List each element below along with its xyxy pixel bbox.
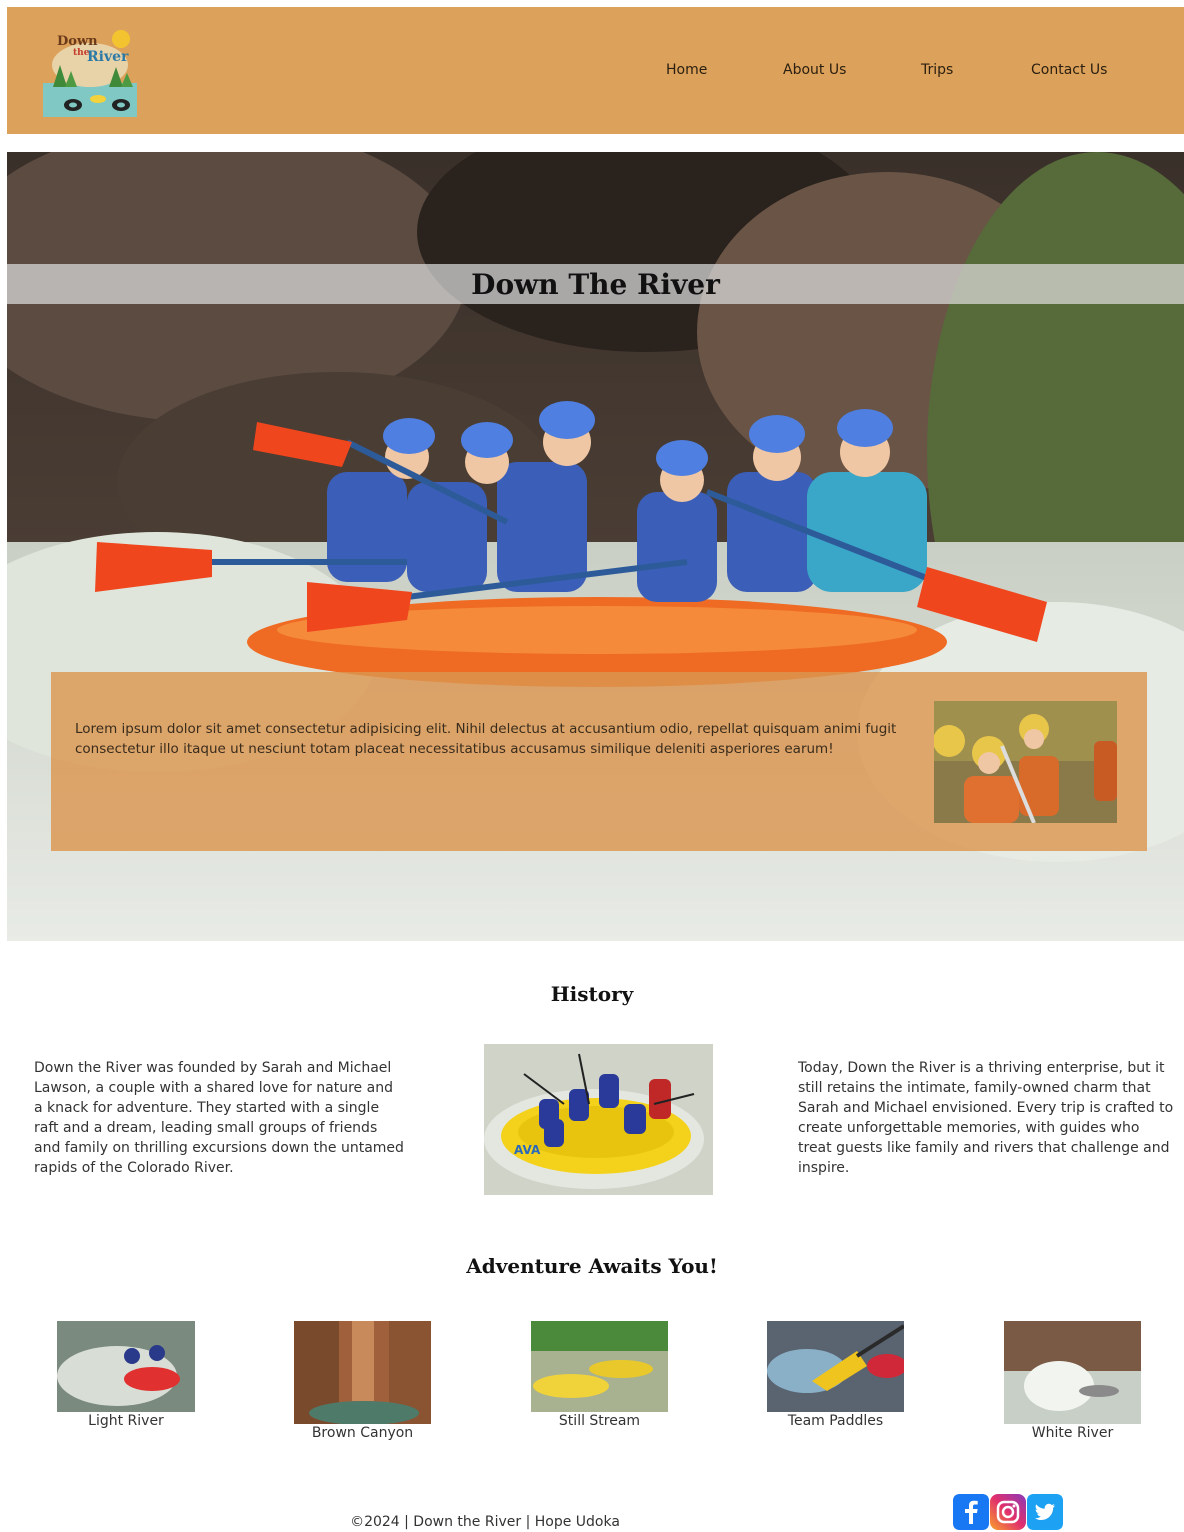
adventures-title: Adventure Awaits You! bbox=[466, 1254, 718, 1278]
site-header: Down the River Home About Us Trips Conta… bbox=[7, 7, 1184, 134]
history-left-text: Down the River was founded by Sarah and … bbox=[34, 1060, 404, 1176]
hero-info-image bbox=[934, 701, 1117, 823]
adventure-card-brown-canyon[interactable]: Brown Canyon bbox=[294, 1321, 431, 1445]
team-paddles-image bbox=[767, 1321, 907, 1412]
nav-home[interactable]: Home bbox=[666, 62, 707, 78]
footer-copyright: ©2024 | Down the River | Hope Udoka bbox=[350, 1514, 620, 1530]
brown-canyon-image bbox=[294, 1321, 431, 1425]
white-river-image bbox=[1004, 1321, 1141, 1424]
nav-trips[interactable]: Trips bbox=[921, 62, 953, 78]
adventure-label-brown-canyon: Brown Canyon bbox=[311, 1425, 414, 1441]
adventure-label-light-river: Light River bbox=[88, 1413, 164, 1429]
nav-contact-us[interactable]: Contact Us bbox=[1031, 62, 1107, 78]
adventure-card-light-river[interactable]: Light River bbox=[57, 1321, 195, 1431]
adventure-label-white-river: White River bbox=[1031, 1425, 1114, 1441]
facebook-icon[interactable] bbox=[953, 1494, 989, 1530]
history-raft-image: AVA bbox=[484, 1044, 713, 1195]
main-nav: Home About Us Trips Contact Us bbox=[7, 62, 1184, 82]
instagram-icon[interactable] bbox=[990, 1494, 1026, 1530]
history-right-text: Today, Down the River is a thriving ente… bbox=[798, 1060, 1174, 1176]
adventure-label-team-paddles: Team Paddles bbox=[787, 1413, 884, 1429]
nav-about-us[interactable]: About Us bbox=[783, 62, 846, 78]
hero-title: Down The River bbox=[471, 268, 720, 301]
adventure-label-still-stream: Still Stream bbox=[558, 1413, 641, 1429]
history-title: History bbox=[550, 982, 634, 1006]
hero-intro-text: Lorem ipsum dolor sit amet consectetur a… bbox=[75, 721, 897, 757]
adventure-card-still-stream[interactable]: Still Stream bbox=[531, 1321, 668, 1431]
hero-banner: Down The River Lorem ipsum dolor sit ame… bbox=[7, 152, 1184, 941]
twitter-icon[interactable] bbox=[1027, 1494, 1063, 1530]
logo-word-down: Down bbox=[57, 34, 98, 49]
svg-text:AVA: AVA bbox=[514, 1143, 541, 1157]
light-river-image bbox=[57, 1321, 195, 1412]
adventure-card-white-river[interactable]: White River bbox=[1004, 1321, 1141, 1445]
adventure-card-team-paddles[interactable]: Team Paddles bbox=[767, 1321, 907, 1431]
still-stream-image bbox=[531, 1321, 668, 1412]
hero-info-box: Lorem ipsum dolor sit amet consectetur a… bbox=[51, 672, 1147, 851]
